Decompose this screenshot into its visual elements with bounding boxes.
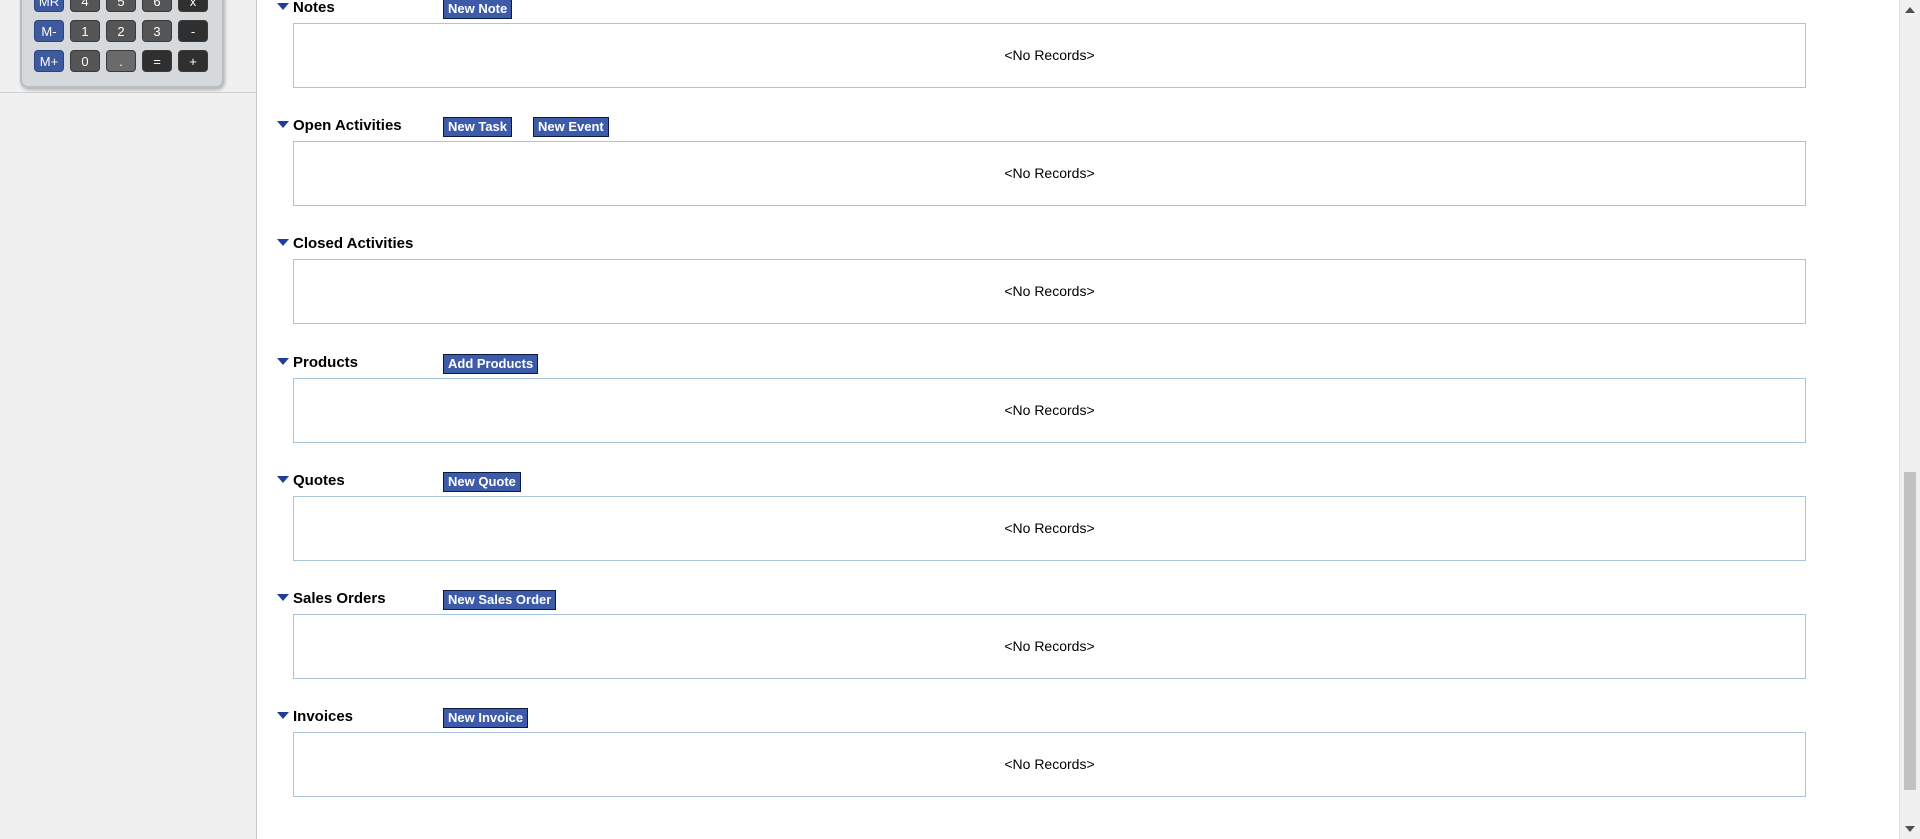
no-records-text: <No Records> xyxy=(1004,638,1095,654)
new-note-button[interactable]: New Note xyxy=(443,0,513,19)
collapse-triangle-icon[interactable] xyxy=(277,239,289,246)
calc-key-1[interactable]: 1 xyxy=(70,20,100,42)
no-records-text: <No Records> xyxy=(1004,402,1095,418)
section-title: Invoices xyxy=(293,708,354,725)
records-box: <No Records> xyxy=(293,732,1806,797)
related-lists: Notes New Note <No Records> Open Activit… xyxy=(257,0,1899,839)
records-box: <No Records> xyxy=(293,614,1806,679)
scrollbar-thumb[interactable] xyxy=(1904,472,1916,790)
calc-key-subtract[interactable]: - xyxy=(178,20,208,42)
calc-key-mr[interactable]: MR xyxy=(34,0,64,12)
no-records-text: <No Records> xyxy=(1004,756,1095,772)
collapse-triangle-icon[interactable] xyxy=(277,121,289,128)
sidebar: MR 4 5 6 x M- 1 2 3 - M+ 0 . = + xyxy=(0,0,257,839)
calc-key-5[interactable]: 5 xyxy=(106,0,136,12)
calc-key-decimal[interactable]: . xyxy=(106,50,136,72)
scroll-down-arrow-icon[interactable] xyxy=(1905,826,1915,832)
records-box: <No Records> xyxy=(293,378,1806,443)
calc-key-m-plus[interactable]: M+ xyxy=(34,50,64,72)
calc-key-add[interactable]: + xyxy=(178,50,208,72)
section-title: Products xyxy=(293,354,359,371)
no-records-text: <No Records> xyxy=(1004,47,1095,63)
new-invoice-button[interactable]: New Invoice xyxy=(443,708,529,728)
calc-key-6[interactable]: 6 xyxy=(142,0,172,12)
calc-key-m-minus[interactable]: M- xyxy=(34,20,64,42)
collapse-triangle-icon[interactable] xyxy=(277,358,289,365)
section-title: Open Activities xyxy=(293,117,402,134)
vertical-scrollbar[interactable] xyxy=(1899,0,1920,839)
scroll-up-arrow-icon[interactable] xyxy=(1905,7,1915,13)
collapse-triangle-icon[interactable] xyxy=(277,712,289,719)
collapse-triangle-icon[interactable] xyxy=(277,594,289,601)
calc-key-0[interactable]: 0 xyxy=(70,50,100,72)
new-quote-button[interactable]: New Quote xyxy=(443,472,521,492)
calc-key-4[interactable]: 4 xyxy=(70,0,100,12)
section-title: Sales Orders xyxy=(293,590,386,607)
collapse-triangle-icon[interactable] xyxy=(277,3,289,10)
records-box: <No Records> xyxy=(293,23,1806,88)
new-sales-order-button[interactable]: New Sales Order xyxy=(443,590,557,610)
section-title: Closed Activities xyxy=(293,235,414,252)
no-records-text: <No Records> xyxy=(1004,283,1095,299)
add-products-button[interactable]: Add Products xyxy=(443,354,539,374)
calculator: MR 4 5 6 x M- 1 2 3 - M+ 0 . = + xyxy=(20,0,224,88)
records-box: <No Records> xyxy=(293,259,1806,324)
calc-key-equals[interactable]: = xyxy=(142,50,172,72)
new-event-button[interactable]: New Event xyxy=(533,117,609,137)
new-task-button[interactable]: New Task xyxy=(443,117,513,137)
records-box: <No Records> xyxy=(293,496,1806,561)
section-title: Notes xyxy=(293,0,335,16)
section-title: Quotes xyxy=(293,472,345,489)
calc-key-3[interactable]: 3 xyxy=(142,20,172,42)
collapse-triangle-icon[interactable] xyxy=(277,476,289,483)
sidebar-divider xyxy=(0,92,256,93)
no-records-text: <No Records> xyxy=(1004,520,1095,536)
no-records-text: <No Records> xyxy=(1004,165,1095,181)
calc-key-multiply[interactable]: x xyxy=(178,0,208,12)
calc-key-2[interactable]: 2 xyxy=(106,20,136,42)
records-box: <No Records> xyxy=(293,141,1806,206)
